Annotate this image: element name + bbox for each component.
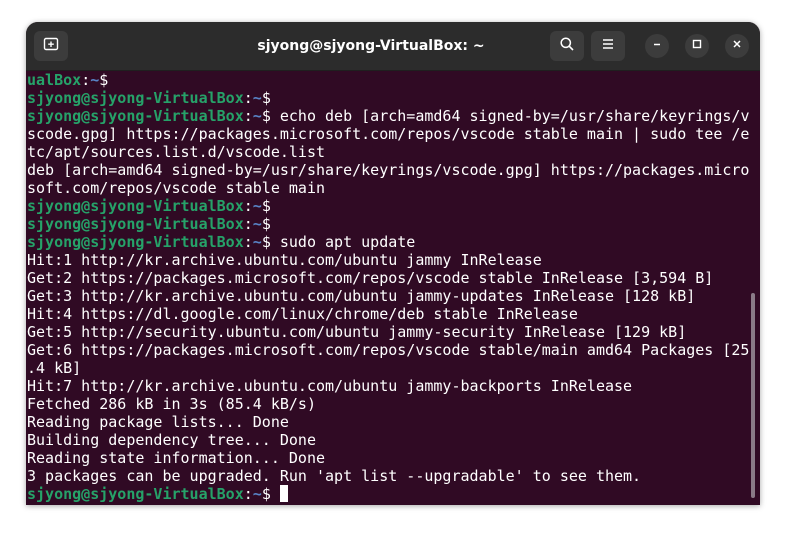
title-bar[interactable]: sjyong@sjyong-VirtualBox: ~ [26, 22, 760, 71]
output-line: soft.com/repos/vscode stable main [27, 179, 326, 197]
terminal-output[interactable]: ualBox:~$ sjyong@sjyong-VirtualBox:~$ sjyo… [26, 71, 760, 505]
prompt-line: sjyong@sjyong-VirtualBox:~$ [27, 197, 751, 215]
new-tab-button[interactable] [34, 31, 68, 61]
prompt-path: ~ [252, 233, 262, 251]
output-line: Hit:4 https://dl.google.com/linux/chrome… [27, 305, 578, 323]
prompt-symbol: $ [99, 71, 109, 89]
prompt-line: ualBox:~$ [27, 71, 751, 89]
prompt-path: ~ [252, 197, 262, 215]
prompt-path: ~ [252, 485, 262, 503]
output-line: Get:3 http://kr.archive.ubuntu.com/ubunt… [27, 287, 696, 305]
vertical-scrollbar[interactable] [751, 293, 755, 498]
prompt-path: ~ [252, 89, 262, 107]
prompt-user: sjyong@sjyong-VirtualBox [27, 107, 244, 125]
prompt-path: ~ [252, 215, 262, 233]
prompt-separator: : [243, 107, 253, 125]
prompt-symbol: $ [261, 197, 271, 215]
output-line: Hit:7 http://kr.archive.ubuntu.com/ubunt… [27, 377, 633, 395]
command-text [271, 485, 280, 503]
command-text: echo deb [arch=amd64 signed-by=/usr/shar… [270, 107, 750, 125]
command-text: sudo apt update [270, 233, 416, 251]
prompt-symbol: $ [261, 485, 271, 503]
prompt-path: ~ [252, 107, 262, 125]
close-button[interactable] [725, 34, 749, 58]
search-icon [559, 36, 575, 57]
menu-button[interactable] [591, 31, 625, 61]
prompt-symbol: $ [261, 233, 271, 251]
output-line: Get:6 https://packages.microsoft.com/rep… [27, 341, 750, 359]
prompt-line: sjyong@sjyong-VirtualBox:~$ [27, 89, 751, 107]
prompt-line: sjyong@sjyong-VirtualBox:~$ [27, 485, 751, 503]
output-line: deb [arch=amd64 signed-by=/usr/share/key… [27, 161, 750, 179]
output-line: .4 kB] [27, 359, 82, 377]
hamburger-menu-icon [600, 36, 616, 57]
output-line: scode.gpg] https://packages.microsoft.co… [27, 125, 750, 143]
prompt-symbol: $ [261, 107, 271, 125]
close-icon [731, 37, 743, 55]
text-cursor [279, 485, 288, 502]
prompt-path: ~ [90, 71, 100, 89]
prompt-user: sjyong@sjyong-VirtualBox [27, 215, 244, 233]
output-line: Reading package lists... Done [27, 413, 289, 431]
output-line: tc/apt/sources.list.d/vscode.list [27, 143, 326, 161]
new-tab-icon [43, 36, 59, 57]
prompt-line: sjyong@sjyong-VirtualBox:~$ sudo apt upd… [27, 233, 751, 251]
prompt-user: sjyong@sjyong-VirtualBox [27, 89, 244, 107]
minimize-icon [651, 37, 663, 55]
prompt-user: ualBox [27, 71, 82, 89]
minimize-button[interactable] [645, 34, 669, 58]
window-title: sjyong@sjyong-VirtualBox: ~ [257, 38, 485, 54]
prompt-user: sjyong@sjyong-VirtualBox [27, 233, 244, 251]
prompt-symbol: $ [261, 215, 271, 233]
maximize-button[interactable] [685, 34, 709, 58]
terminal-window: sjyong@sjyong-VirtualBox: ~ ualBox:~$ sj… [26, 22, 760, 505]
prompt-separator: : [243, 215, 253, 233]
output-line: 3 packages can be upgraded. Run 'apt lis… [27, 467, 642, 485]
search-button[interactable] [550, 31, 584, 61]
output-line: Get:2 https://packages.microsoft.com/rep… [27, 269, 714, 287]
maximize-icon [691, 37, 703, 55]
prompt-separator: : [243, 233, 253, 251]
prompt-separator: : [243, 197, 253, 215]
output-line: Building dependency tree... Done [27, 431, 316, 449]
prompt-symbol: $ [261, 89, 271, 107]
terminal-lines: ualBox:~$ sjyong@sjyong-VirtualBox:~$ sjyo… [27, 71, 751, 503]
prompt-line: sjyong@sjyong-VirtualBox:~$ echo deb [ar… [27, 107, 751, 125]
prompt-separator: : [243, 485, 253, 503]
prompt-separator: : [81, 71, 91, 89]
output-line: Get:5 http://security.ubuntu.com/ubuntu … [27, 323, 687, 341]
output-line: Hit:1 http://kr.archive.ubuntu.com/ubunt… [27, 251, 542, 269]
prompt-user: sjyong@sjyong-VirtualBox [27, 485, 244, 503]
prompt-line: sjyong@sjyong-VirtualBox:~$ [27, 215, 751, 233]
output-line: Reading state information... Done [27, 449, 326, 467]
prompt-user: sjyong@sjyong-VirtualBox [27, 197, 244, 215]
output-line: Fetched 286 kB in 3s (85.4 kB/s) [27, 395, 316, 413]
prompt-separator: : [243, 89, 253, 107]
